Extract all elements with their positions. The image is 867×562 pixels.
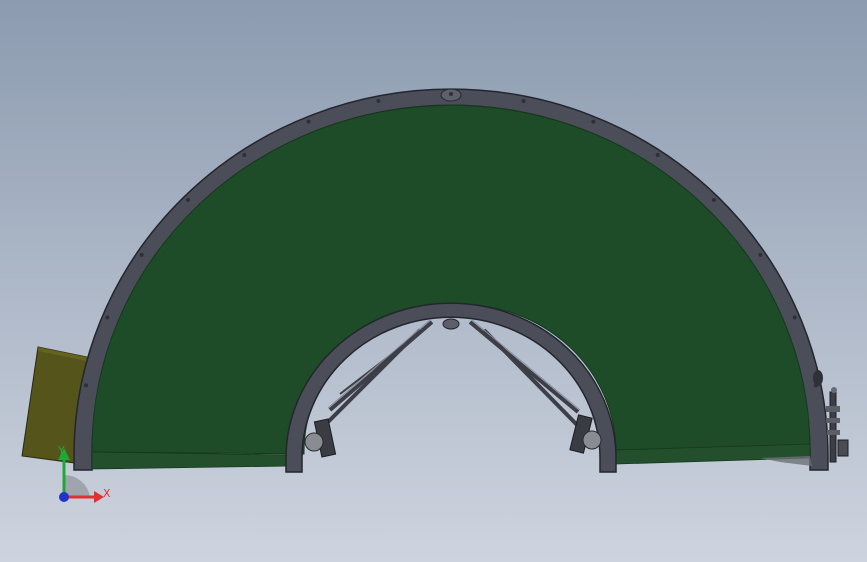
rim-bolt: [591, 119, 596, 124]
rim-bolt: [758, 252, 763, 257]
rim-bolt: [521, 99, 526, 103]
rim-bolt: [105, 315, 110, 320]
y-axis-label: Y: [57, 444, 65, 457]
rim-bolt: [186, 198, 190, 202]
cad-viewport[interactable]: Y X: [0, 0, 867, 562]
rim-bolt: [242, 153, 247, 157]
rim-bolt: [792, 315, 797, 320]
rim-bolt: [449, 92, 453, 96]
model-view[interactable]: Y X: [0, 0, 867, 562]
inner-top-knob: [442, 318, 460, 330]
rim-bolt: [84, 383, 89, 388]
rim-bolt: [655, 153, 660, 157]
rim-bolt: [306, 119, 311, 124]
rim-bolt: [139, 252, 144, 257]
rim-bolt: [376, 99, 381, 103]
x-axis-label: X: [103, 487, 111, 500]
rim-bolt: [712, 198, 716, 202]
